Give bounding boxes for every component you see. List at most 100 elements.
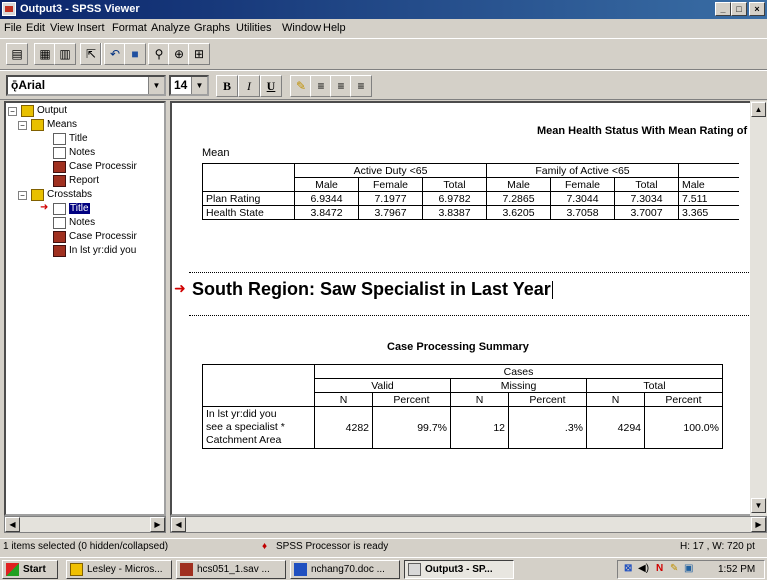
menu-bar: File Edit View Insert Format Analyze Gra…: [0, 19, 767, 38]
current-item-arrow-icon: ➜: [174, 280, 186, 296]
font-name-select[interactable]: ǭArial ▼: [6, 75, 166, 96]
taskbar-item-lesley[interactable]: Lesley - Micros...: [66, 560, 172, 579]
spss-data-icon: [180, 563, 193, 576]
cell: 4282: [314, 406, 373, 449]
chevron-down-icon[interactable]: ▼: [191, 77, 207, 94]
start-button[interactable]: Start: [2, 560, 58, 579]
current-item-arrow-icon: ➜: [40, 202, 49, 213]
report-caption: Mean: [202, 147, 230, 159]
table-row: In lst yr:did you see a specialist * Cat…: [202, 406, 723, 449]
col-header: Percent: [644, 392, 723, 407]
italic-button[interactable]: I: [238, 75, 260, 97]
align-right-icon[interactable]: ≡: [350, 75, 372, 97]
cell: 6.9782: [422, 191, 487, 206]
menu-help[interactable]: Help: [323, 22, 346, 34]
content-horizontal-scrollbar[interactable]: ◀ ▶: [170, 516, 767, 533]
print-preview-icon[interactable]: ▦: [34, 43, 56, 65]
cell: 100.0%: [644, 406, 723, 449]
close-button[interactable]: ×: [749, 2, 765, 16]
font-size-value: 14: [174, 78, 188, 92]
title-bar: Output3 - SPSS Viewer _ □ ×: [0, 0, 767, 19]
menu-view[interactable]: View: [50, 22, 74, 34]
antivirus-icon[interactable]: N: [656, 563, 663, 574]
table-icon: [53, 231, 66, 243]
system-tray: ⊠ ◀) N ✎ ▣ 1:52 PM: [617, 560, 765, 579]
book-icon: [31, 189, 44, 201]
menu-format[interactable]: Format: [112, 22, 147, 34]
goto-chart-icon[interactable]: ■: [124, 43, 146, 65]
menu-edit[interactable]: Edit: [26, 22, 45, 34]
window-title: Output3 - SPSS Viewer: [20, 3, 140, 15]
binoculars-icon[interactable]: ⚲: [148, 43, 170, 65]
table-icon: [53, 161, 66, 173]
chevron-down-icon[interactable]: ▼: [148, 77, 164, 94]
table-icon: [53, 245, 66, 257]
cell: 7.1977: [358, 191, 423, 206]
standard-toolbar: ▤ ▦ ▥ ⇱ ↶ ■ ⚲ ⊕ ⊞: [0, 38, 767, 70]
cell: 6.9344: [294, 191, 359, 206]
align-center-icon[interactable]: ≡: [330, 75, 352, 97]
tray-monitor-icon[interactable]: ▣: [684, 563, 693, 574]
vertical-scrollbar[interactable]: ▲ ▼: [750, 101, 767, 516]
collapse-icon[interactable]: −: [8, 107, 17, 116]
undo-icon[interactable]: ↶: [104, 43, 126, 65]
menu-utilities[interactable]: Utilities: [236, 22, 271, 34]
toolbar-separator: [100, 43, 102, 65]
tray-app-icon[interactable]: ✎: [670, 563, 678, 574]
group-header: Active Duty <65: [294, 163, 487, 178]
insert-variables-icon[interactable]: ⊕: [168, 43, 190, 65]
col-header: Total: [614, 177, 679, 192]
cell: 4294: [586, 406, 645, 449]
menu-insert[interactable]: Insert: [77, 22, 105, 34]
print-icon[interactable]: ▤: [6, 43, 28, 65]
cell: 3.8387: [422, 205, 487, 220]
menu-window[interactable]: Window: [282, 22, 321, 34]
minimize-button[interactable]: _: [715, 2, 731, 16]
col-header: Female: [358, 177, 423, 192]
group-header: Valid: [314, 378, 451, 393]
group-header: Family of Active <65: [486, 163, 679, 178]
collapse-icon[interactable]: −: [18, 191, 27, 200]
status-selection: 1 items selected (0 hidden/collapsed): [3, 541, 169, 552]
collapse-icon[interactable]: −: [18, 121, 27, 130]
font-size-select[interactable]: 14 ▼: [169, 75, 209, 96]
status-bar: 1 items selected (0 hidden/collapsed) ♦ …: [0, 538, 767, 555]
next-case-icon[interactable]: ⊞: [188, 43, 210, 65]
bold-button[interactable]: B: [216, 75, 238, 97]
menu-file[interactable]: File: [4, 22, 22, 34]
scroll-left-icon[interactable]: ◀: [171, 517, 186, 532]
network-icon[interactable]: ⊠: [624, 563, 632, 574]
menu-analyze[interactable]: Analyze: [151, 22, 190, 34]
taskbar-item-hcs[interactable]: hcs051_1.sav ...: [176, 560, 286, 579]
group-header: Missing: [450, 378, 587, 393]
color-icon[interactable]: ✎: [290, 75, 312, 97]
maximize-button[interactable]: □: [731, 2, 747, 16]
taskbar-item-nchang[interactable]: nchang70.doc ...: [290, 560, 400, 579]
export-icon[interactable]: ▥: [54, 43, 76, 65]
cell: 3.8472: [294, 205, 359, 220]
align-left-icon[interactable]: ≡: [310, 75, 332, 97]
case-summary-table[interactable]: Cases Valid Missing Total N Percent N Pe…: [202, 364, 723, 449]
scroll-up-icon[interactable]: ▲: [751, 102, 766, 117]
document-icon: [53, 133, 66, 145]
outline-horizontal-scrollbar[interactable]: ◀ ▶: [4, 516, 166, 533]
notes-icon: [53, 147, 66, 159]
scroll-down-icon[interactable]: ▼: [751, 498, 766, 513]
section-heading[interactable]: South Region: Saw Specialist in Last Yea…: [192, 279, 553, 300]
outline-pane: − Output − Means Title Notes Case Proces…: [4, 101, 166, 516]
scroll-right-icon[interactable]: ▶: [150, 517, 165, 532]
taskbar-item-output3[interactable]: Output3 - SP...: [404, 560, 514, 579]
cell: 3.7967: [358, 205, 423, 220]
underline-button[interactable]: U: [260, 75, 282, 97]
report-table[interactable]: Active Duty <65 Family of Active <65 Mal…: [202, 163, 739, 220]
volume-icon[interactable]: ◀): [638, 563, 649, 574]
notes-icon: [53, 217, 66, 229]
document-icon: [53, 203, 66, 215]
scroll-right-icon[interactable]: ▶: [751, 517, 766, 532]
row-label: Plan Rating: [202, 191, 295, 206]
scroll-left-icon[interactable]: ◀: [5, 517, 20, 532]
menu-graphs[interactable]: Graphs: [194, 22, 230, 34]
recall-dialog-icon[interactable]: ⇱: [80, 43, 102, 65]
col-header: Male: [678, 177, 739, 192]
corner-cell: [202, 163, 295, 192]
